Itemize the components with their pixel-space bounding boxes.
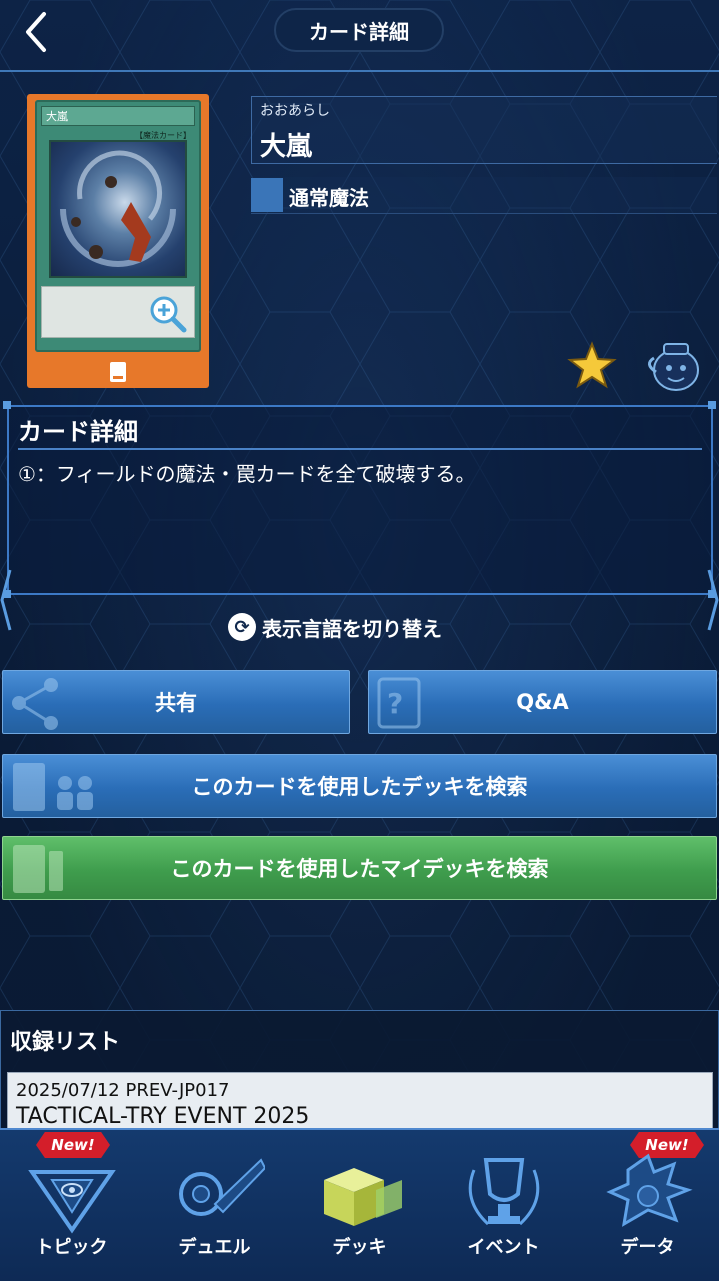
deck-people-icon bbox=[13, 763, 93, 811]
page-title: カード詳細 bbox=[274, 8, 444, 52]
swap-icon: ⟳ bbox=[228, 613, 256, 641]
chevron-left-icon[interactable] bbox=[0, 565, 14, 635]
qa-label: Q&A bbox=[516, 690, 569, 714]
chevron-left-icon bbox=[26, 12, 46, 52]
pot-of-greed-icon[interactable] bbox=[642, 338, 704, 394]
list-item-name: TACTICAL-TRY EVENT 2025 bbox=[16, 1104, 310, 1129]
panel-corner bbox=[3, 401, 11, 409]
search-decks-label: このカードを使用したデッキを検索 bbox=[191, 775, 528, 799]
nav-label-topics: トピック bbox=[35, 1237, 108, 1258]
card-artwork bbox=[49, 140, 187, 278]
card-name: 大嵐 bbox=[260, 132, 313, 162]
trophy-icon bbox=[468, 1158, 540, 1226]
qa-button[interactable]: ? Q&A bbox=[368, 670, 717, 734]
favorite-star-icon[interactable] bbox=[566, 340, 618, 392]
nav-item-topics[interactable]: New! トピック bbox=[0, 1128, 143, 1279]
millennium-puzzle-icon bbox=[28, 1170, 116, 1234]
character-icon bbox=[606, 1153, 693, 1227]
share-button[interactable]: 共有 bbox=[2, 670, 350, 734]
deck-icon bbox=[13, 845, 63, 893]
header-divider bbox=[0, 70, 719, 72]
spell-type-indicator bbox=[251, 178, 283, 212]
release-list-title: 収録リスト bbox=[10, 1030, 121, 1055]
list-item-date: 2025/07/12 PREV-JP017 bbox=[16, 1080, 230, 1101]
detail-title: カード詳細 bbox=[18, 418, 138, 446]
nav-item-duel[interactable]: デュエル bbox=[143, 1128, 286, 1279]
back-button[interactable] bbox=[18, 10, 58, 54]
share-label: 共有 bbox=[155, 691, 197, 715]
nav-item-deck[interactable]: デッキ bbox=[288, 1128, 431, 1279]
card-name-ruby: おおあらし bbox=[260, 103, 330, 119]
nav-label-data: データ bbox=[620, 1237, 675, 1258]
nav-label-duel: デュエル bbox=[178, 1237, 251, 1258]
zoom-in-icon[interactable] bbox=[148, 294, 188, 334]
language-toggle-label: 表示言語を切り替え bbox=[262, 616, 442, 641]
card-kind-strip bbox=[27, 356, 209, 388]
nav-item-data[interactable]: New! データ bbox=[576, 1128, 719, 1279]
nav-label-event: イベント bbox=[467, 1237, 540, 1258]
card-face-name: 大嵐 bbox=[41, 106, 195, 126]
nav-label-deck: デッキ bbox=[332, 1237, 387, 1258]
search-decks-button[interactable]: このカードを使用したデッキを検索 bbox=[2, 754, 717, 818]
duel-disk-icon bbox=[179, 1158, 265, 1216]
header-bar: カード詳細 bbox=[0, 0, 719, 72]
nav-item-event[interactable]: イベント bbox=[432, 1128, 575, 1279]
card-type-label: 通常魔法 bbox=[289, 186, 369, 210]
search-my-decks-button[interactable]: このカードを使用したマイデッキを検索 bbox=[2, 836, 717, 900]
qa-icon: ? bbox=[377, 677, 421, 729]
panel-corner bbox=[708, 401, 716, 409]
svg-text:?: ? bbox=[387, 687, 403, 720]
deck-icon bbox=[324, 1168, 402, 1226]
card-effect-text: ①：フィールドの魔法・罠カードを全て破壊する。 bbox=[18, 462, 476, 486]
chevron-right-icon[interactable] bbox=[705, 565, 719, 635]
language-toggle-button[interactable]: ⟳ 表示言語を切り替え bbox=[228, 610, 442, 644]
search-my-decks-label: このカードを使用したマイデッキを検索 bbox=[170, 857, 549, 881]
share-icon bbox=[12, 678, 58, 730]
detail-divider bbox=[18, 448, 702, 450]
card-icon bbox=[110, 362, 126, 382]
